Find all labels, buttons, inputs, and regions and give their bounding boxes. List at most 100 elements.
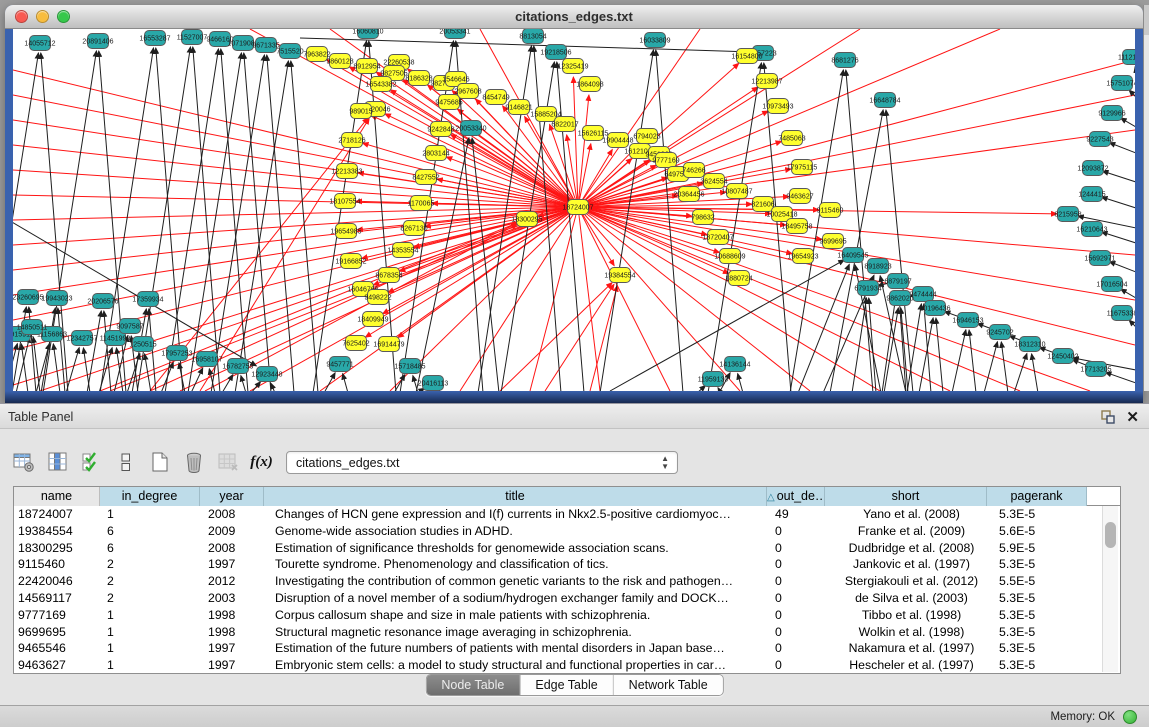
citation-edge-red[interactable] bbox=[578, 207, 792, 254]
tab-node-table[interactable]: Node Table bbox=[426, 675, 520, 695]
cell-out_de[interactable]: 0 bbox=[771, 607, 830, 624]
cell-year[interactable]: 1998 bbox=[202, 607, 267, 624]
delete-columns-icon[interactable] bbox=[216, 451, 239, 474]
cell-pagerank[interactable]: 5.3E-5 bbox=[993, 657, 1094, 673]
cell-out_de[interactable]: 0 bbox=[771, 624, 830, 641]
citation-edge-black[interactable] bbox=[969, 330, 976, 391]
column-header-year[interactable]: year bbox=[200, 487, 264, 506]
cell-out_de[interactable]: 0 bbox=[771, 540, 830, 557]
citation-edge-black[interactable] bbox=[267, 55, 294, 391]
citation-edge-black[interactable] bbox=[936, 318, 943, 391]
cell-name[interactable]: 18724007 bbox=[14, 506, 101, 523]
cell-pagerank[interactable]: 5.9E-5 bbox=[993, 540, 1094, 557]
cell-year[interactable]: 1997 bbox=[202, 657, 267, 673]
cell-title[interactable]: Estimation of significance thresholds fo… bbox=[267, 540, 771, 557]
cell-in_degree[interactable]: 1 bbox=[101, 640, 202, 657]
cell-title[interactable]: Estimation of the future numbers of pati… bbox=[267, 640, 771, 657]
citation-edge-black[interactable] bbox=[244, 53, 271, 391]
table-row[interactable]: 1872400712008Changes of HCN gene express… bbox=[14, 506, 1120, 523]
citation-edge-black[interactable] bbox=[952, 330, 966, 391]
cell-name[interactable]: 22420046 bbox=[14, 573, 101, 590]
table-row[interactable]: 969969511998Structural magnetic resonanc… bbox=[14, 624, 1120, 641]
citation-edge-black[interactable] bbox=[907, 304, 921, 391]
cell-out_de[interactable]: 0 bbox=[771, 556, 830, 573]
citation-edge-black[interactable] bbox=[869, 298, 876, 391]
cell-in_degree[interactable]: 2 bbox=[101, 590, 202, 607]
cell-name[interactable]: 9115460 bbox=[14, 556, 101, 573]
cell-name[interactable]: 9463627 bbox=[14, 657, 101, 673]
cell-title[interactable]: Corpus callosum shape and size in male p… bbox=[267, 607, 771, 624]
cell-short[interactable]: Stergiakouli et al. (2012) bbox=[830, 573, 993, 590]
float-panel-icon[interactable] bbox=[1100, 409, 1116, 425]
column-header-name[interactable]: name bbox=[14, 487, 100, 506]
cell-year[interactable]: 2003 bbox=[202, 590, 267, 607]
cell-year[interactable]: 1998 bbox=[202, 624, 267, 641]
column-header-pagerank[interactable]: pagerank bbox=[987, 487, 1087, 506]
cell-name[interactable]: 14569117 bbox=[14, 590, 101, 607]
cell-short[interactable]: Nakamura et al. (1997) bbox=[830, 640, 993, 657]
citation-edge-black[interactable] bbox=[188, 53, 241, 391]
column-header-short[interactable]: short bbox=[825, 487, 987, 506]
citation-edge-red[interactable] bbox=[100, 223, 517, 391]
citation-edge-black[interactable] bbox=[886, 110, 913, 391]
citation-edge-black[interactable] bbox=[1105, 372, 1135, 383]
citation-edge-black[interactable] bbox=[1103, 171, 1135, 182]
citation-edge-black[interactable] bbox=[343, 374, 348, 391]
cell-title[interactable]: Embryonic stem cells: a model to study s… bbox=[267, 657, 771, 673]
create-table-icon[interactable] bbox=[148, 451, 171, 474]
select-columns-icon[interactable] bbox=[46, 451, 69, 474]
cell-pagerank[interactable]: 5.3E-5 bbox=[993, 556, 1094, 573]
citation-edge-black[interactable] bbox=[738, 374, 743, 391]
cell-year[interactable]: 1997 bbox=[202, 640, 267, 657]
cell-title[interactable]: Investigating the contribution of common… bbox=[267, 573, 771, 590]
window-titlebar[interactable]: citations_edges.txt bbox=[5, 5, 1143, 29]
cell-out_de[interactable]: 0 bbox=[771, 573, 830, 590]
function-builder-icon[interactable]: f(x) bbox=[250, 451, 273, 474]
citation-network-graph[interactable]: 1405571220891406165532871152700794661601… bbox=[13, 29, 1135, 391]
citation-edge-black[interactable] bbox=[222, 375, 233, 391]
cell-short[interactable]: Franke et al. (2009) bbox=[830, 523, 993, 540]
citation-edge-black[interactable] bbox=[83, 348, 90, 391]
column-header-title[interactable]: title bbox=[264, 487, 767, 506]
cell-year[interactable]: 2008 bbox=[202, 506, 267, 523]
cell-short[interactable]: Dudbridge et al. (2008) bbox=[830, 540, 993, 557]
cell-short[interactable]: Tibbo et al. (1998) bbox=[830, 607, 993, 624]
citation-edge-black[interactable] bbox=[16, 337, 30, 391]
cell-pagerank[interactable]: 5.3E-5 bbox=[993, 590, 1094, 607]
citation-edge-black[interactable] bbox=[53, 344, 60, 391]
citation-edge-black[interactable] bbox=[1109, 143, 1135, 153]
column-header-out_de[interactable]: △out_de… bbox=[767, 487, 825, 506]
table-settings-icon[interactable] bbox=[12, 451, 35, 474]
citation-edge-red[interactable] bbox=[13, 207, 578, 270]
cell-out_de[interactable]: 49 bbox=[771, 506, 830, 523]
citation-edge-black[interactable] bbox=[104, 311, 111, 391]
column-header-in_degree[interactable]: in_degree bbox=[100, 487, 200, 506]
citation-edge-black[interactable] bbox=[1102, 232, 1135, 243]
cell-title[interactable]: Changes of HCN gene expression and I(f) … bbox=[267, 506, 771, 523]
table-row[interactable]: 946362711997Embryonic stem cells: a mode… bbox=[14, 657, 1120, 673]
citation-edge-red[interactable] bbox=[578, 207, 1020, 391]
cell-in_degree[interactable]: 1 bbox=[101, 657, 202, 673]
cell-in_degree[interactable]: 1 bbox=[101, 607, 202, 624]
cell-in_degree[interactable]: 2 bbox=[101, 556, 202, 573]
cell-name[interactable]: 19384554 bbox=[14, 523, 101, 540]
citation-edge-black[interactable] bbox=[901, 308, 908, 391]
citation-edge-black[interactable] bbox=[984, 342, 997, 391]
tab-edge-table[interactable]: Edge Table bbox=[520, 675, 613, 695]
citation-edge-black[interactable] bbox=[241, 376, 246, 391]
table-row[interactable]: 1456911722003Disruption of a novel membe… bbox=[14, 590, 1120, 607]
citation-edge-black[interactable] bbox=[33, 337, 40, 391]
table-row[interactable]: 1830029562008Estimation of significance … bbox=[14, 540, 1120, 557]
cell-title[interactable]: Tourette syndrome. Phenomenology and cla… bbox=[267, 556, 771, 573]
tab-network-table[interactable]: Network Table bbox=[614, 675, 723, 695]
vertical-scrollbar[interactable] bbox=[1102, 506, 1118, 672]
citation-edge-black[interactable] bbox=[1102, 197, 1135, 208]
table-row[interactable]: 2242004622012Investigating the contribut… bbox=[14, 573, 1120, 590]
cell-pagerank[interactable]: 5.6E-5 bbox=[993, 523, 1094, 540]
citation-edge-red[interactable] bbox=[573, 77, 578, 207]
cell-short[interactable]: Hescheler et al. (1997) bbox=[830, 657, 993, 673]
table-row[interactable]: 977716911998Corpus callosum shape and si… bbox=[14, 607, 1120, 624]
citation-edge-black[interactable] bbox=[852, 298, 866, 391]
cell-pagerank[interactable]: 5.3E-5 bbox=[993, 506, 1094, 523]
cell-name[interactable]: 9465546 bbox=[14, 640, 101, 657]
